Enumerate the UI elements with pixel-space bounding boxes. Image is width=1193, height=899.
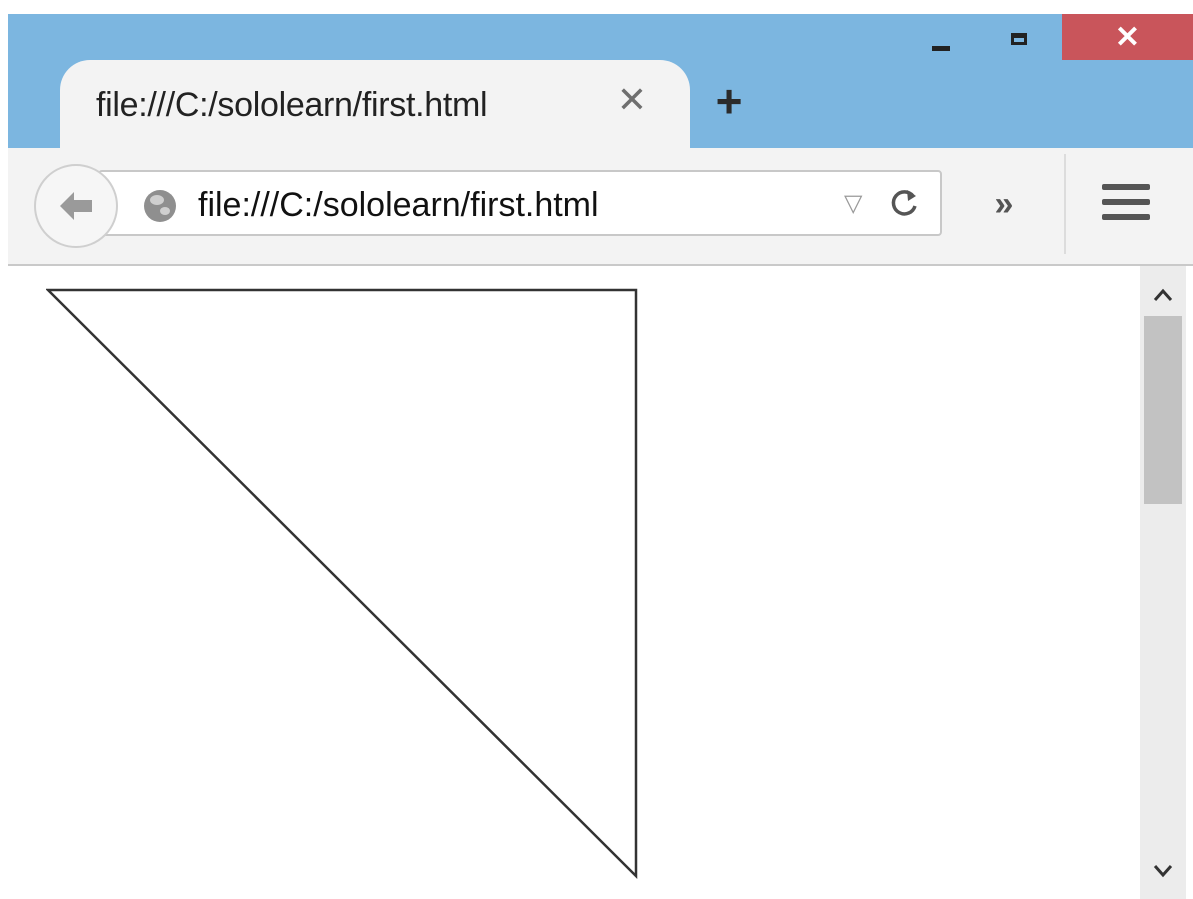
minimize-button[interactable] — [920, 14, 962, 60]
tab-close-icon[interactable]: ✕ — [612, 80, 652, 120]
history-dropdown-icon[interactable]: ▽ — [844, 186, 862, 222]
triangle-shape — [46, 288, 638, 880]
browser-window: ✕ file:///C:/sololearn/first.html ✕ + fi… — [8, 14, 1193, 899]
minimize-icon — [932, 45, 950, 51]
vertical-scrollbar[interactable] — [1140, 266, 1186, 899]
tab-title: file:///C:/sololearn/first.html — [96, 86, 488, 124]
scroll-up-arrow-icon[interactable] — [1140, 270, 1186, 316]
close-icon: ✕ — [1114, 20, 1141, 54]
new-tab-button[interactable]: + — [704, 76, 754, 126]
globe-icon — [144, 190, 176, 222]
back-button[interactable] — [34, 164, 118, 248]
window-close-button[interactable]: ✕ — [1062, 14, 1193, 60]
reload-icon[interactable] — [890, 182, 920, 229]
maximize-icon — [1011, 33, 1027, 45]
triangle-drawing — [46, 288, 638, 880]
url-text[interactable]: file:///C:/sololearn/first.html — [198, 186, 599, 225]
back-arrow-icon — [60, 192, 92, 220]
url-bar[interactable]: file:///C:/sololearn/first.html ▽ — [98, 170, 942, 236]
maximize-button[interactable] — [996, 14, 1042, 60]
toolbar-separator — [1064, 154, 1066, 254]
hamburger-menu-icon[interactable] — [1102, 184, 1150, 224]
overflow-chevron-icon[interactable]: » — [974, 182, 1034, 226]
navigation-toolbar: file:///C:/sololearn/first.html ▽ » — [8, 148, 1193, 266]
scroll-down-arrow-icon[interactable] — [1140, 846, 1186, 892]
scrollbar-thumb[interactable] — [1144, 316, 1182, 504]
page-content — [8, 266, 1193, 899]
